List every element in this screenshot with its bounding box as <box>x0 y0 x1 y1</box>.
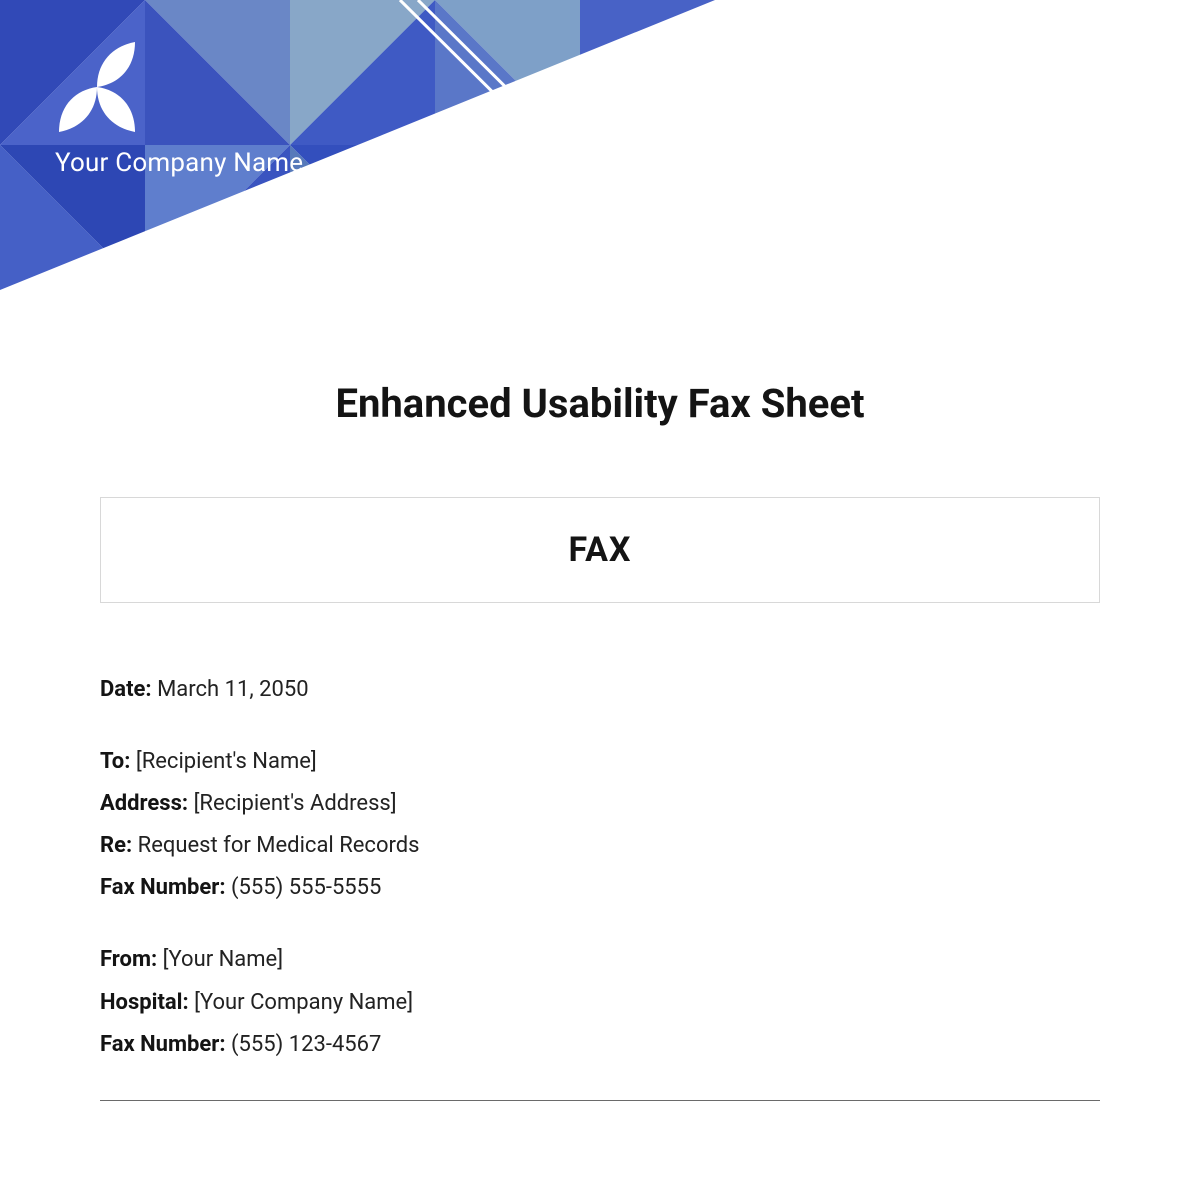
address-label: Address: <box>100 791 188 816</box>
company-logo-block: Your Company Name <box>55 40 303 178</box>
from-fax-label: Fax Number: <box>100 1032 226 1057</box>
field-from-fax: Fax Number: (555) 123-4567 <box>100 1028 1100 1062</box>
to-group: To: [Recipient's Name] Address: [Recipie… <box>100 745 1100 905</box>
fax-heading-box: FAX <box>100 497 1100 603</box>
fax-fields: Date: March 11, 2050 To: [Recipient's Na… <box>100 673 1100 1101</box>
field-date: Date: March 11, 2050 <box>100 673 1100 707</box>
from-value: [Your Name] <box>163 947 283 972</box>
re-label: Re: <box>100 833 132 858</box>
from-label: From: <box>100 947 157 972</box>
field-to: To: [Recipient's Name] <box>100 745 1100 779</box>
to-fax-value: (555) 555-5555 <box>231 875 381 900</box>
to-fax-label: Fax Number: <box>100 875 226 900</box>
field-re: Re: Request for Medical Records <box>100 829 1100 863</box>
document-title: Enhanced Usability Fax Sheet <box>100 380 1100 427</box>
leaf-logo-icon <box>55 40 139 134</box>
date-label: Date: <box>100 677 152 702</box>
to-value: [Recipient's Name] <box>136 749 317 774</box>
company-name: Your Company Name <box>55 148 303 178</box>
fax-heading: FAX <box>568 530 631 570</box>
hospital-label: Hospital: <box>100 990 189 1015</box>
from-fax-value: (555) 123-4567 <box>231 1032 381 1057</box>
field-address: Address: [Recipient's Address] <box>100 787 1100 821</box>
field-from: From: [Your Name] <box>100 943 1100 977</box>
hospital-value: [Your Company Name] <box>194 990 413 1015</box>
re-value: Request for Medical Records <box>138 833 420 858</box>
date-value: March 11, 2050 <box>157 677 309 702</box>
document-header: Your Company Name <box>0 0 1200 290</box>
field-hospital: Hospital: [Your Company Name] <box>100 986 1100 1020</box>
field-to-fax: Fax Number: (555) 555-5555 <box>100 871 1100 905</box>
document-body: Enhanced Usability Fax Sheet FAX Date: M… <box>0 290 1200 1101</box>
address-value: [Recipient's Address] <box>194 791 397 816</box>
from-group: From: [Your Name] Hospital: [Your Compan… <box>100 943 1100 1061</box>
to-label: To: <box>100 749 130 774</box>
section-divider <box>100 1100 1100 1101</box>
date-group: Date: March 11, 2050 <box>100 673 1100 707</box>
